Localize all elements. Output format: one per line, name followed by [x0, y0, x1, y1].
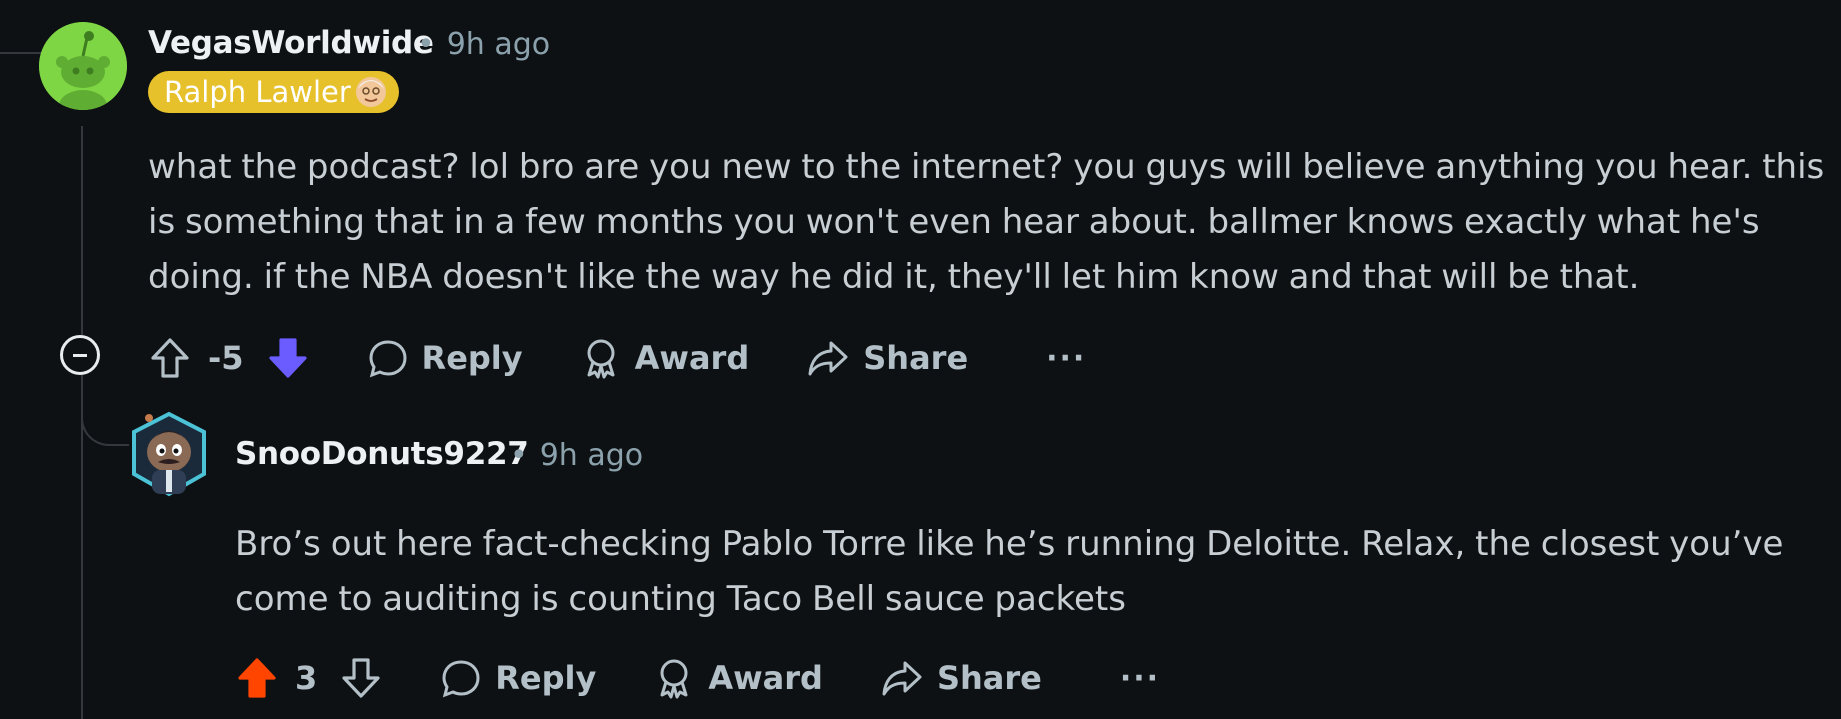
- time-ago: 9h ago: [446, 27, 551, 62]
- comment-action-bar: 3 Reply Award Share ···: [235, 650, 1160, 706]
- upvote-button[interactable]: [148, 336, 192, 380]
- award-ribbon-icon: [660, 659, 688, 699]
- comment-author[interactable]: VegasWorldwide: [148, 25, 434, 61]
- comment-author[interactable]: SnooDonuts9227: [235, 436, 529, 472]
- speech-bubble-icon: [369, 340, 407, 378]
- reply-button[interactable]: Reply: [441, 658, 596, 698]
- comment-action-bar: -5 Reply Award Share ···: [148, 330, 1086, 386]
- avatar[interactable]: [130, 406, 208, 497]
- award-ribbon-icon: [587, 339, 615, 379]
- flair-text: Ralph Lawler: [164, 75, 351, 109]
- more-options-button[interactable]: ···: [1120, 661, 1160, 696]
- flair-face-icon: [355, 77, 386, 107]
- award-button[interactable]: Award: [581, 337, 750, 379]
- comment-body: Bro’s out here fact-checking Pablo Torre…: [235, 524, 1784, 619]
- time-ago: 9h ago: [539, 438, 644, 473]
- avatar[interactable]: [39, 22, 127, 110]
- downvote-arrow-icon: [268, 338, 307, 378]
- upvote-arrow-icon: [238, 658, 276, 698]
- reply-connector: [81, 388, 129, 446]
- reply-button[interactable]: Reply: [368, 338, 523, 378]
- snoo-avatar-icon: [39, 22, 127, 110]
- comment-body: what the podcast? lol bro are you new to…: [148, 147, 1825, 297]
- share-button[interactable]: Share: [881, 658, 1042, 698]
- comment-thread: VegasWorldwide • 9h ago Ralph Lawler what…: [0, 0, 1841, 719]
- reply-label: Reply: [421, 339, 523, 377]
- share-arrow-icon: [882, 661, 922, 696]
- downvote-arrow-icon: [342, 658, 380, 698]
- award-label: Award: [634, 339, 750, 377]
- award-label: Award: [708, 659, 823, 697]
- comment-timestamp: • 9h ago: [417, 27, 550, 62]
- collapse-minus-icon: [73, 353, 87, 357]
- snoo-avatar-icon: [132, 411, 206, 497]
- share-button[interactable]: Share: [807, 338, 968, 378]
- share-arrow-icon: [808, 341, 848, 376]
- comment-timestamp: • 9h ago: [510, 438, 643, 473]
- vote-score: 3: [295, 659, 318, 697]
- vote-score: -5: [208, 339, 244, 377]
- downvote-button[interactable]: [266, 336, 310, 380]
- meta-separator: •: [510, 438, 528, 473]
- award-button[interactable]: Award: [654, 657, 823, 699]
- thread-connector: [0, 32, 42, 54]
- user-flair: Ralph Lawler: [148, 71, 399, 113]
- collapse-thread-button[interactable]: [60, 335, 100, 375]
- share-label: Share: [863, 339, 969, 377]
- share-label: Share: [936, 659, 1042, 697]
- meta-separator: •: [417, 27, 435, 62]
- upvote-button[interactable]: [235, 656, 279, 700]
- speech-bubble-icon: [442, 660, 480, 698]
- downvote-button[interactable]: [339, 656, 383, 700]
- more-options-button[interactable]: ···: [1046, 341, 1086, 376]
- upvote-arrow-icon: [151, 338, 189, 378]
- reply-label: Reply: [495, 659, 597, 697]
